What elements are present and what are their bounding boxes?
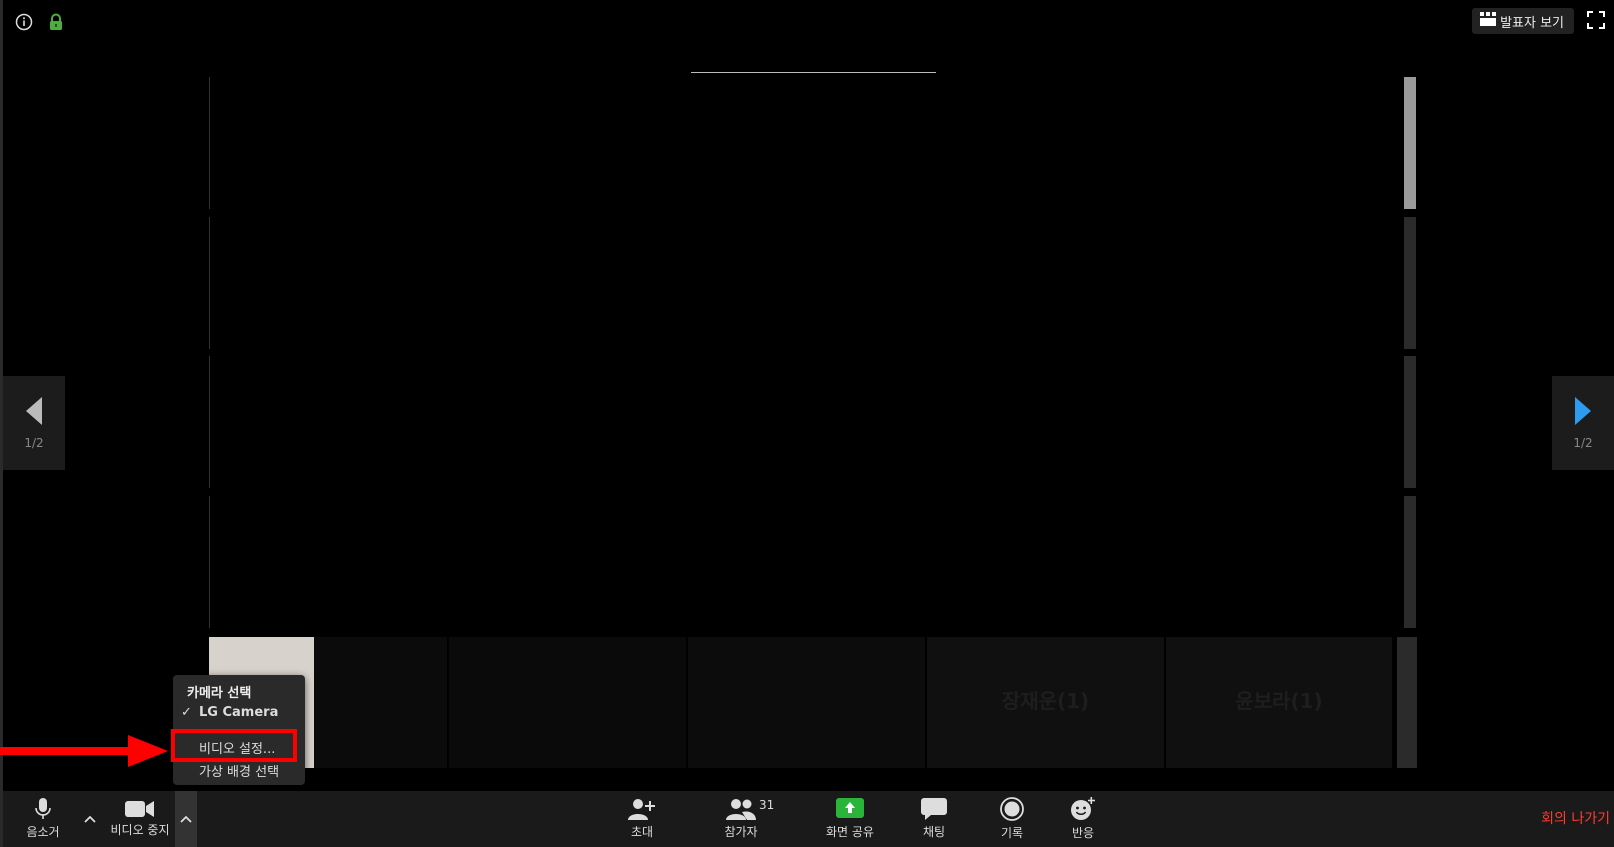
participants-icon xyxy=(726,799,756,820)
info-icon[interactable] xyxy=(14,12,34,32)
microphone-icon xyxy=(35,798,51,819)
next-page-button[interactable]: 1/2 xyxy=(1552,376,1614,470)
share-screen-button[interactable]: 화면 공유 xyxy=(813,791,887,847)
record-icon xyxy=(1000,797,1024,821)
mute-label: 음소거 xyxy=(26,825,60,839)
add-user-icon xyxy=(628,799,655,820)
video-grid-area xyxy=(209,77,1418,637)
scrollbar-thumb[interactable] xyxy=(1404,77,1416,209)
mute-button[interactable]: 음소거 xyxy=(13,791,73,847)
reactions-label: 반응 xyxy=(1071,826,1095,840)
scrollbar-track[interactable] xyxy=(1404,217,1416,349)
participants-label: 참가자 xyxy=(724,825,758,839)
participants-count-badge: 31 xyxy=(759,798,775,812)
chevron-up-icon xyxy=(84,815,96,823)
chevron-up-icon xyxy=(180,815,192,823)
meeting-window: 발표자 보기 1/2 1/2 장재운(1) 윤보라(1) 카메라 선택 ✓ LG… xyxy=(0,0,1614,847)
emoji-add-icon xyxy=(1071,797,1095,820)
grid-divider xyxy=(209,217,210,349)
lock-icon[interactable] xyxy=(46,12,66,32)
thumbnail-scrollbar[interactable] xyxy=(1397,637,1417,768)
participant-thumbnail[interactable] xyxy=(314,637,447,768)
participant-thumbnail[interactable] xyxy=(686,637,925,768)
invite-button[interactable]: 초대 xyxy=(617,791,667,847)
stop-video-label: 비디오 중지 xyxy=(110,823,170,837)
menu-item-lg-camera[interactable]: LG Camera xyxy=(199,705,278,720)
checkmark-icon: ✓ xyxy=(181,705,192,720)
grid-divider xyxy=(209,77,210,209)
chat-button[interactable]: 채팅 xyxy=(909,791,959,847)
grid-icon xyxy=(1480,12,1497,30)
menu-item-virtual-background[interactable]: 가상 배경 선택 xyxy=(199,761,279,780)
triangle-left-icon xyxy=(26,397,42,425)
camera-select-heading: 카메라 선택 xyxy=(187,686,252,701)
record-button[interactable]: 기록 xyxy=(987,791,1037,847)
participant-thumbnail[interactable] xyxy=(447,637,686,768)
reactions-button[interactable]: 반응 xyxy=(1058,791,1108,847)
top-left-icons xyxy=(14,12,66,32)
video-camera-icon xyxy=(125,801,154,817)
participant-name: 장재운(1) xyxy=(1001,689,1090,713)
chat-label: 채팅 xyxy=(922,825,946,839)
invite-label: 초대 xyxy=(630,825,654,839)
grid-divider xyxy=(209,496,210,628)
annotation-arrow-icon xyxy=(0,735,168,767)
next-page-label: 1/2 xyxy=(1573,436,1593,450)
speaker-view-label: 발표자 보기 xyxy=(1500,15,1564,31)
grid-divider xyxy=(209,356,210,488)
scrollbar-track[interactable] xyxy=(1404,356,1416,488)
participant-thumbnail[interactable]: 장재운(1) xyxy=(925,637,1164,768)
scrollbar-track[interactable] xyxy=(1404,496,1416,628)
share-screen-label: 화면 공유 xyxy=(826,825,874,839)
share-screen-icon xyxy=(836,798,864,818)
record-label: 기록 xyxy=(1000,826,1024,840)
participant-name: 윤보라(1) xyxy=(1235,689,1323,713)
audio-options-caret[interactable] xyxy=(79,791,101,847)
speaker-view-button[interactable]: 발표자 보기 xyxy=(1472,8,1574,34)
participant-thumbnail[interactable]: 윤보라(1) xyxy=(1164,637,1392,768)
stop-video-button[interactable]: 비디오 중지 xyxy=(103,791,177,847)
chat-bubble-icon xyxy=(921,798,947,820)
meeting-toolbar: 음소거 비디오 중지 초대 참가자 31 화면 공유 채팅 기록 반응 회의 나… xyxy=(3,791,1614,847)
annotation-highlight-box xyxy=(171,729,297,762)
video-options-caret[interactable] xyxy=(175,791,197,847)
shared-content-edge xyxy=(691,72,936,73)
prev-page-button[interactable]: 1/2 xyxy=(3,376,65,470)
fullscreen-icon[interactable] xyxy=(1586,10,1608,32)
prev-page-label: 1/2 xyxy=(24,436,44,450)
triangle-right-icon xyxy=(1575,397,1591,425)
leave-meeting-button[interactable]: 회의 나가기 xyxy=(1541,808,1610,828)
participant-thumbnail-strip: 장재운(1) 윤보라(1) xyxy=(209,637,1392,768)
